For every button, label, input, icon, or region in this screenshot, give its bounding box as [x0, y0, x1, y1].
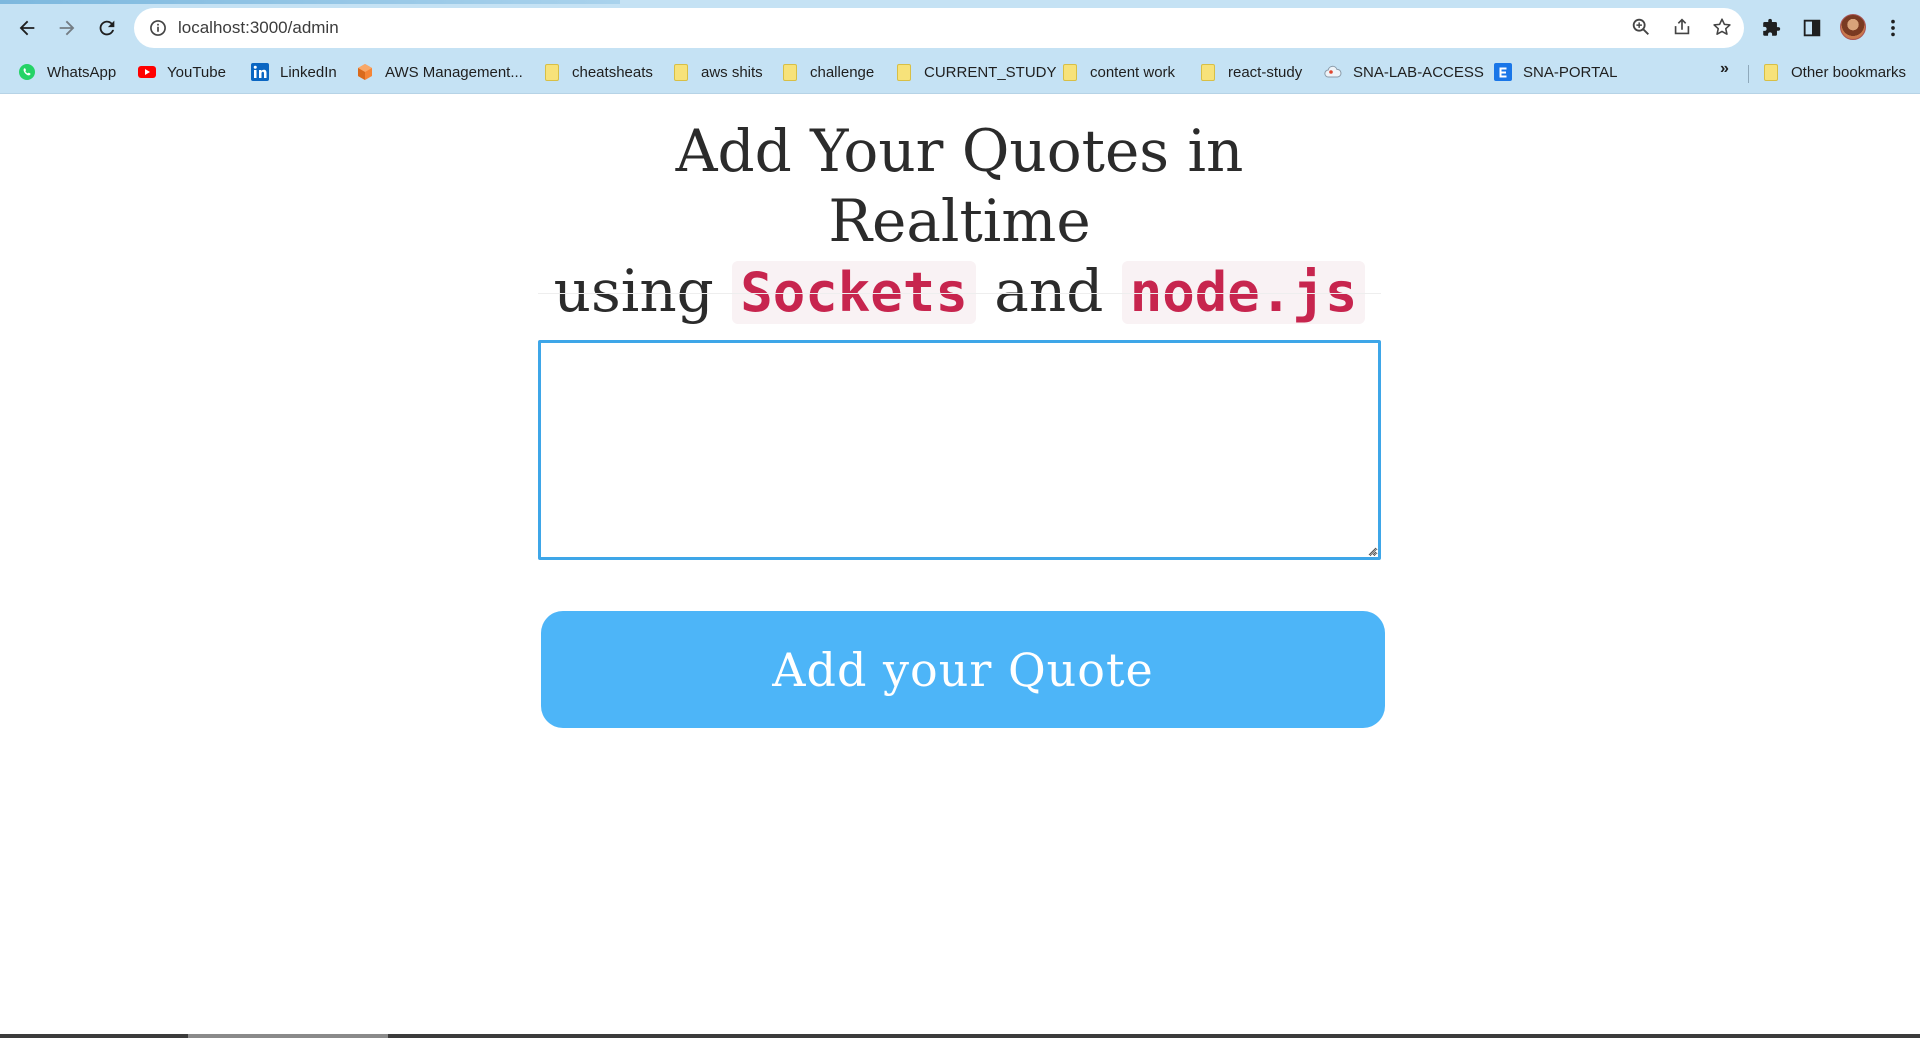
arrow-left-icon	[19, 20, 35, 36]
title-line-1: Add Your Quotes in Realtime	[675, 117, 1244, 255]
zoom-icon	[1632, 18, 1649, 35]
quote-textarea[interactable]	[538, 340, 1381, 560]
bookmark-folder-current-study[interactable]: CURRENT_STUDY	[895, 60, 1057, 84]
bookmark-label: WhatsApp	[47, 63, 117, 81]
bookmark-label: SNA-PORTAL	[1523, 63, 1618, 81]
share-icon	[1674, 18, 1690, 35]
title-using: using	[553, 257, 714, 325]
scroll-thumb[interactable]	[188, 1034, 388, 1038]
folder-icon	[1762, 63, 1780, 81]
profile-avatar[interactable]	[1840, 14, 1866, 40]
bookmark-linkedin[interactable]: LinkedIn	[251, 60, 337, 84]
reload-button[interactable]	[90, 11, 124, 45]
site-info-icon[interactable]	[148, 18, 168, 38]
linkedin-icon	[251, 63, 269, 81]
portal-icon	[1494, 63, 1512, 81]
bookmark-label: YouTube	[167, 63, 226, 81]
add-quote-button[interactable]: Add your Quote	[541, 611, 1385, 728]
bookmark-label: AWS Management...	[385, 63, 523, 81]
bookmark-label: CURRENT_STUDY	[924, 63, 1057, 81]
bookmark-label: cheatsheats	[572, 63, 653, 81]
bookmark-folder-react-study[interactable]: react-study	[1199, 60, 1302, 84]
cloud-icon	[1324, 63, 1342, 81]
share-button[interactable]	[1671, 16, 1695, 40]
forward-button[interactable]	[50, 11, 84, 45]
bookmark-folder-challenge[interactable]: challenge	[781, 60, 874, 84]
browser-toolbar: localhost:3000/admin	[0, 4, 1920, 51]
bookmark-label: content work	[1090, 63, 1176, 81]
browser-menu-button[interactable]	[1878, 13, 1908, 43]
bookmark-whatsapp[interactable]: WhatsApp	[18, 60, 116, 84]
browser-chrome: localhost:3000/admin WhatsApp YouTube Li…	[0, 0, 1920, 94]
folder-icon	[1199, 63, 1217, 81]
back-button[interactable]	[10, 11, 44, 45]
bookmarks-overflow-button[interactable]: »	[1720, 60, 1729, 78]
aws-icon	[356, 63, 374, 81]
bookmark-sna-portal[interactable]: SNA-PORTAL	[1494, 60, 1617, 84]
side-panel-button[interactable]	[1797, 13, 1827, 43]
bookmark-aws-management[interactable]: AWS Management...	[356, 60, 523, 84]
youtube-icon	[138, 63, 156, 81]
bookmark-folder-cheatsheats[interactable]: cheatsheats	[543, 60, 653, 84]
star-icon	[1713, 18, 1731, 35]
folder-icon	[1061, 63, 1079, 81]
extensions-button[interactable]	[1756, 13, 1786, 43]
heading-divider	[538, 293, 1381, 294]
page-content: Add Your Quotes in Realtime using Socket…	[0, 94, 1920, 1034]
folder-icon	[543, 63, 561, 81]
side-panel-icon	[1803, 19, 1821, 37]
url-text[interactable]: localhost:3000/admin	[178, 18, 339, 38]
bookmark-label: aws shits	[701, 63, 763, 81]
bookmark-label: SNA-LAB-ACCESS	[1353, 63, 1484, 81]
address-bar[interactable]: localhost:3000/admin	[134, 8, 1744, 48]
folder-icon	[781, 63, 799, 81]
bookmark-folder-content-work[interactable]: content work	[1061, 60, 1175, 84]
bookmarks-bar: WhatsApp YouTube LinkedIn AWS Management…	[0, 51, 1920, 94]
bookmark-youtube[interactable]: YouTube	[138, 60, 226, 84]
bookmarks-divider	[1748, 65, 1749, 83]
more-vertical-icon	[1891, 19, 1895, 37]
reload-icon	[99, 20, 115, 36]
bookmark-label: LinkedIn	[280, 63, 337, 81]
folder-icon	[672, 63, 690, 81]
arrow-right-icon	[59, 20, 75, 36]
whatsapp-icon	[18, 63, 36, 81]
page-title: Add Your Quotes in Realtime using Socket…	[538, 116, 1381, 328]
title-and: and	[994, 257, 1104, 325]
bookmark-label: challenge	[810, 63, 875, 81]
puzzle-piece-icon	[1763, 18, 1781, 36]
bookmark-folder-aws-shits[interactable]: aws shits	[672, 60, 763, 84]
bookmark-label: react-study	[1228, 63, 1303, 81]
bookmark-star-button[interactable]	[1711, 16, 1735, 40]
folder-icon	[895, 63, 913, 81]
bookmark-other-bookmarks[interactable]: Other bookmarks	[1762, 60, 1906, 84]
bookmark-label: Other bookmarks	[1791, 63, 1907, 81]
bookmark-sna-lab-access[interactable]: SNA-LAB-ACCESS	[1324, 60, 1484, 84]
taskbar-strip	[0, 1034, 1920, 1038]
zoom-button[interactable]	[1630, 16, 1654, 40]
